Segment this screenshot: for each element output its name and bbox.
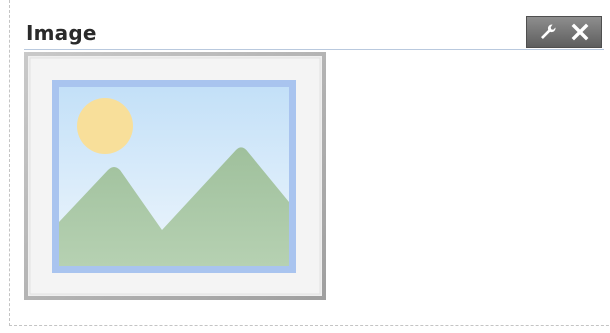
web-part-title: Image [26,21,97,45]
sun-icon [77,98,133,154]
close-button[interactable] [567,19,593,45]
close-icon [571,23,589,41]
wrench-icon [541,24,556,39]
image-placeholder-icon [24,52,326,300]
web-part-header: Image [24,16,604,50]
edit-button[interactable] [535,19,561,45]
image-placeholder[interactable] [24,52,326,300]
web-part-toolbar [526,16,602,48]
